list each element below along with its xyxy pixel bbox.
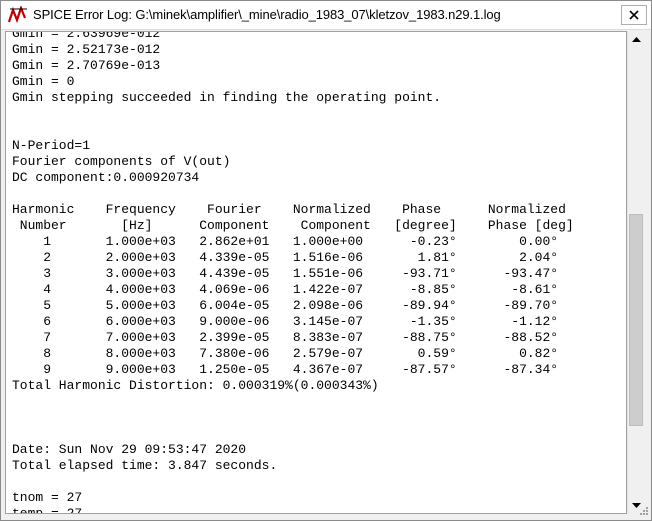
log-line: 3 3.000e+03 4.439e-05 1.551e-06 -93.71° … [12,266,559,281]
log-text: Gmin = 2.63969e-012 Gmin = 2.52173e-012 Gm… [12,31,574,514]
log-text-area[interactable]: Gmin = 2.63969e-012 Gmin = 2.52173e-012 Gm… [5,31,627,514]
vertical-scrollbar[interactable] [627,31,645,514]
log-line: DC component:0.000920734 [12,170,200,185]
ltspice-app-icon [8,6,27,24]
log-line: Gmin stepping succeeded in finding the o… [12,90,442,105]
log-line: Number [Hz] Component Component [degree]… [12,218,574,233]
log-line: 4 4.000e+03 4.069e-06 1.422e-07 -8.85° -… [12,282,559,297]
log-line: N-Period=1 [12,138,91,153]
window-title: SPICE Error Log: G:\minek\amplifier\_min… [33,7,501,22]
log-line: Date: Sun Nov 29 09:53:47 2020 [12,442,247,457]
log-line: Gmin = 2.63969e-012 [12,31,161,41]
log-line: tnom = 27 [12,490,83,505]
log-line: 2 2.000e+03 4.339e-05 1.516e-06 1.81° 2.… [12,250,559,265]
log-line: 8 8.000e+03 7.380e-06 2.579e-07 0.59° 0.… [12,346,559,361]
log-line: Total Harmonic Distortion: 0.000319%(0.0… [12,378,379,393]
log-line: Gmin = 0 [12,74,75,89]
arrow-up-icon [632,36,641,42]
resize-grip-icon[interactable] [637,506,649,518]
log-line: 5 5.000e+03 6.004e-05 2.098e-06 -89.94° … [12,298,559,313]
close-icon [629,10,639,20]
spice-error-log-window: SPICE Error Log: G:\minek\amplifier\_min… [0,0,652,521]
title-bar[interactable]: SPICE Error Log: G:\minek\amplifier\_min… [1,1,651,30]
log-line: 1 1.000e+03 2.862e+01 1.000e+00 -0.23° 0… [12,234,559,249]
log-line: Gmin = 2.70769e-013 [12,58,161,73]
log-line: 7 7.000e+03 2.399e-05 8.383e-07 -88.75° … [12,330,559,345]
scroll-up-button[interactable] [628,31,645,48]
log-line: Fourier components of V(out) [12,154,231,169]
log-line: Harmonic Frequency Fourier Normalized Ph… [12,202,566,217]
log-line: Gmin = 2.52173e-012 [12,42,161,57]
close-button[interactable] [621,5,647,25]
log-line: 9 9.000e+03 1.250e-05 4.367e-07 -87.57° … [12,362,559,377]
scroll-thumb[interactable] [629,214,643,426]
log-line: Total elapsed time: 3.847 seconds. [12,458,278,473]
log-line: temp = 27 [12,506,83,514]
log-line: 6 6.000e+03 9.000e-06 3.145e-07 -1.35° -… [12,314,559,329]
